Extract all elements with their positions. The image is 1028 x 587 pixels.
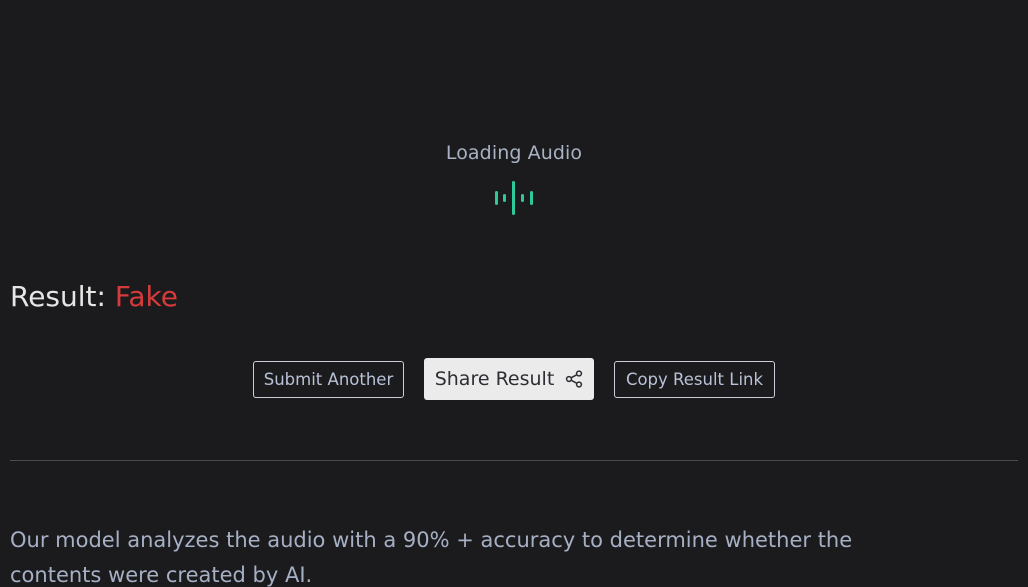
submit-another-button[interactable]: Submit Another — [253, 361, 404, 398]
submit-another-label: Submit Another — [263, 370, 394, 389]
results-page: Loading Audio Result: Fake Submit Anothe… — [0, 0, 1028, 587]
model-description: Our model analyzes the audio with a 90% … — [10, 528, 853, 587]
result-heading: Result: Fake — [10, 280, 178, 313]
audio-wave-icon — [495, 181, 533, 215]
share-result-label: Share Result — [434, 368, 555, 390]
section-divider — [10, 460, 1018, 461]
copy-result-link-button[interactable]: Copy Result Link — [614, 361, 775, 398]
copy-result-link-label: Copy Result Link — [625, 370, 764, 389]
result-label: Result: — [10, 280, 106, 313]
result-value: Fake — [114, 280, 178, 313]
action-buttons: Submit Another Share Result Copy Result … — [0, 358, 1028, 400]
share-result-button[interactable]: Share Result — [424, 358, 594, 400]
share-icon — [566, 370, 583, 388]
loading-audio-label: Loading Audio — [445, 142, 583, 164]
